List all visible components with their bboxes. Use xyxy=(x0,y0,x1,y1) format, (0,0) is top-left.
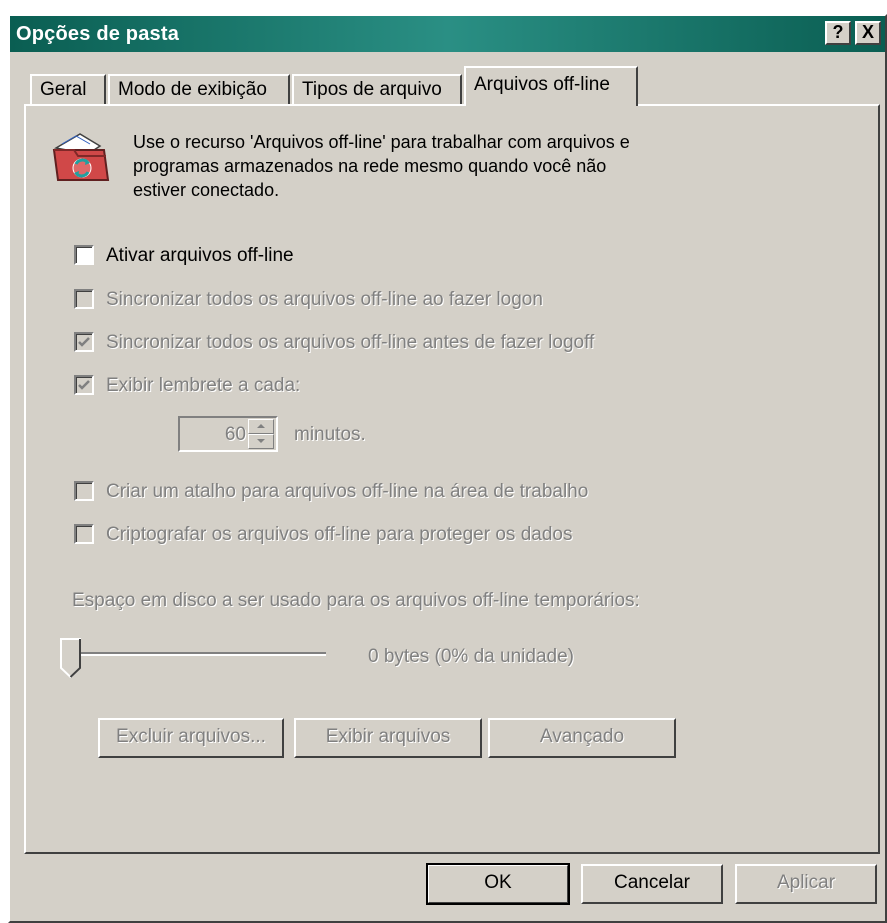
spin-up-button[interactable] xyxy=(248,419,274,434)
sync-logoff-label: Sincronizar todos os arquivos off-line a… xyxy=(106,332,595,353)
delete-files-button[interactable]: Excluir arquivos... xyxy=(98,718,284,758)
minutes-unit-label: minutos. xyxy=(294,424,366,445)
encrypt-checkbox[interactable] xyxy=(74,524,94,544)
sync-logoff-checkbox[interactable] xyxy=(74,332,94,352)
encrypt-label: Criptografar os arquivos off-line para p… xyxy=(106,524,573,545)
enable-offline-files-checkbox[interactable] xyxy=(74,245,94,265)
create-shortcut-label: Criar um atalho para arquivos off-line n… xyxy=(106,481,589,502)
cancel-button[interactable]: Cancelar xyxy=(581,864,723,904)
tab-tipos-de-arquivo[interactable]: Tipos de arquivo xyxy=(292,74,462,104)
advanced-button[interactable]: Avançado xyxy=(488,718,676,758)
reminder-checkbox[interactable] xyxy=(74,375,94,395)
ok-button[interactable]: OK xyxy=(426,863,570,905)
view-files-button[interactable]: Exibir arquivos xyxy=(294,718,482,758)
reminder-label: Exibir lembrete a cada: xyxy=(106,375,301,396)
apply-button[interactable]: Aplicar xyxy=(735,864,877,904)
arrow-up-icon xyxy=(257,424,265,428)
description-line: programas armazenados na rede mesmo quan… xyxy=(133,156,607,176)
sync-logon-checkbox[interactable] xyxy=(74,289,94,309)
disk-space-slider-thumb[interactable] xyxy=(60,638,82,679)
spin-down-button[interactable] xyxy=(248,434,274,449)
reminder-minutes-spinner[interactable]: 60 xyxy=(178,416,278,452)
tab-arquivos-off-line[interactable]: Arquivos off-line xyxy=(464,66,638,106)
arrow-down-icon xyxy=(257,439,265,443)
description-line: Use o recurso 'Arquivos off-line' para t… xyxy=(133,132,630,152)
tab-modo-de-exibicao[interactable]: Modo de exibição xyxy=(108,74,290,104)
offline-files-folder-icon xyxy=(50,130,114,186)
checkmark-icon xyxy=(78,337,90,347)
enable-offline-files-label[interactable]: Ativar arquivos off-line xyxy=(106,245,294,267)
create-shortcut-checkbox[interactable] xyxy=(74,481,94,501)
tab-geral[interactable]: Geral xyxy=(30,74,106,104)
title-bar[interactable]: Opções de pasta ? X xyxy=(10,16,885,52)
sync-logon-label: Sincronizar todos os arquivos off-line a… xyxy=(106,289,543,310)
description-text: Use o recurso 'Arquivos off-line' para t… xyxy=(133,130,733,202)
description-line: estiver conectado. xyxy=(133,180,280,200)
disk-space-value: 0 bytes (0% da unidade) xyxy=(368,646,574,667)
disk-space-label: Espaço em disco a ser usado para os arqu… xyxy=(72,590,640,611)
close-button[interactable]: X xyxy=(855,21,881,45)
help-button[interactable]: ? xyxy=(825,21,851,45)
disk-space-slider-track[interactable] xyxy=(72,652,326,656)
window-title: Opções de pasta xyxy=(16,23,180,45)
reminder-minutes-value: 60 xyxy=(224,424,246,445)
checkmark-icon xyxy=(78,380,90,390)
